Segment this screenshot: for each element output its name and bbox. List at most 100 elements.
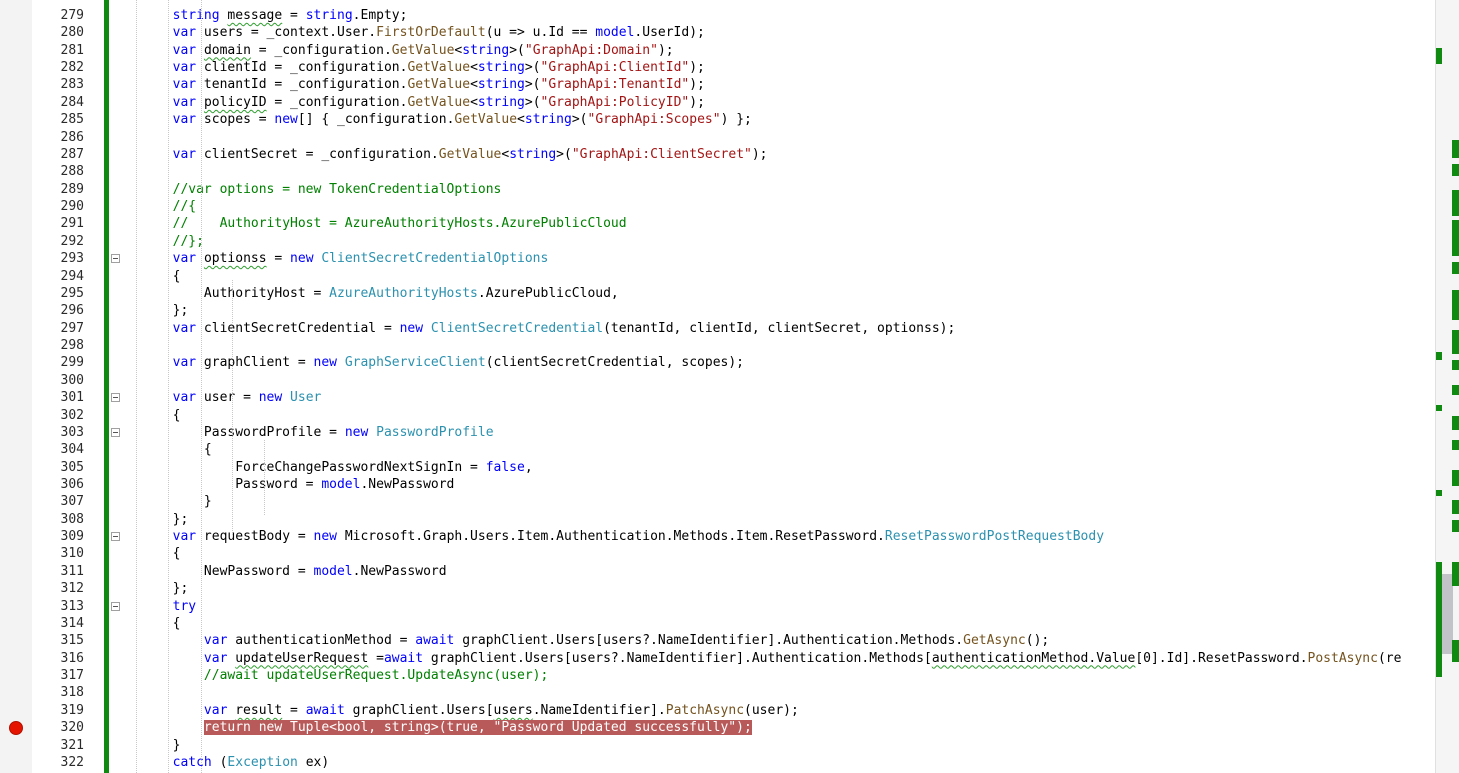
code-token: clientSecret = _configuration. (196, 146, 439, 162)
change-marker (1452, 385, 1459, 395)
code-line[interactable]: var clientSecretCredential = new ClientS… (110, 320, 1435, 337)
code-line[interactable]: }; (110, 302, 1435, 319)
code-token: = _configuration. (250, 42, 392, 58)
code-line[interactable]: var users = _context.User.FirstOrDefault… (110, 24, 1435, 41)
code-token: var (203, 650, 228, 666)
code-token: var (172, 60, 197, 76)
code-line[interactable]: { (110, 615, 1435, 632)
code-line[interactable]: //}; (110, 233, 1435, 250)
line-number: 314 (60, 615, 84, 631)
code-token: ); (689, 77, 705, 93)
code-token: GetValue (454, 112, 518, 128)
code-line[interactable] (110, 372, 1435, 389)
code-token: < (470, 94, 478, 110)
line-number: 286 (60, 129, 84, 145)
code-line[interactable]: }; (110, 580, 1435, 597)
code-line[interactable]: catch (Exception ex) (110, 754, 1435, 771)
code-token: >( (556, 146, 572, 162)
change-marker (1436, 352, 1442, 360)
code-line[interactable]: return new Tuple<bool, string>(true, "Pa… (110, 719, 1435, 736)
change-marker (1452, 220, 1459, 256)
code-token: GetValue (407, 60, 471, 76)
code-line[interactable]: { (110, 407, 1435, 424)
code-line[interactable]: var clientSecret = _configuration.GetVal… (110, 146, 1435, 163)
code-line[interactable]: { (110, 441, 1435, 458)
code-line[interactable]: string message = string.Empty; (110, 7, 1435, 24)
code-token: < (470, 77, 478, 93)
code-line[interactable]: { (110, 268, 1435, 285)
code-line[interactable]: //{ (110, 198, 1435, 215)
code-token: await (305, 702, 345, 718)
code-line[interactable]: }; (110, 511, 1435, 528)
code-token: catch (172, 754, 212, 770)
code-token: } (110, 737, 181, 753)
indent-guide (264, 440, 265, 515)
code-token: //await updateUserRequest.UpdateAsync(us… (203, 668, 549, 684)
code-token: .NewPassword (352, 563, 447, 579)
code-token: "GraphApi:ClientId" (540, 60, 690, 76)
line-number: 313 (60, 598, 84, 614)
code-token: [] { _configuration. (297, 112, 455, 128)
code-token: "GraphApi:PolicyID" (540, 94, 690, 110)
code-line[interactable]: var domain = _configuration.GetValue<str… (110, 42, 1435, 59)
code-line[interactable]: try (110, 598, 1435, 615)
code-token: new (258, 390, 283, 406)
code-token: GraphServiceClient (344, 355, 486, 371)
code-line[interactable]: } (110, 737, 1435, 754)
code-line[interactable]: //await updateUserRequest.UpdateAsync(us… (110, 667, 1435, 684)
code-line[interactable]: var clientId = _configuration.GetValue<s… (110, 59, 1435, 76)
code-line[interactable]: { (110, 545, 1435, 562)
breakpoint-icon[interactable] (9, 720, 23, 735)
line-number: 321 (60, 737, 84, 753)
change-marker (1452, 562, 1459, 586)
code-line[interactable]: var optionss = new ClientSecretCredentia… (110, 250, 1435, 267)
code-line[interactable]: var user = new User (110, 389, 1435, 406)
breakpoint-margin[interactable] (0, 0, 32, 773)
line-number: 288 (60, 164, 84, 180)
code-editor[interactable]: 279 280 281 282 283 284 285 286 287 288 289 290 291 2… (0, 0, 1459, 773)
code-line[interactable]: var tenantId = _configuration.GetValue<s… (110, 76, 1435, 93)
code-token: var (172, 320, 197, 336)
code-token: .NewPassword (360, 476, 455, 492)
code-text-area[interactable]: string message = string.Empty; var users… (110, 0, 1435, 773)
code-line[interactable]: Password = model.NewPassword (110, 476, 1435, 493)
line-number: 310 (60, 546, 84, 562)
code-line[interactable]: // AuthorityHost = AzureAuthorityHosts.A… (110, 215, 1435, 232)
code-line[interactable] (110, 337, 1435, 354)
code-line[interactable] (110, 684, 1435, 701)
code-line[interactable]: } (110, 493, 1435, 510)
code-line[interactable]: var updateUserRequest =await graphClient… (110, 650, 1435, 667)
code-token: user = (196, 390, 259, 406)
change-marker (1436, 405, 1442, 411)
code-token: "GraphApi:TenantId" (540, 77, 690, 93)
code-token: await (415, 633, 455, 649)
line-number: 300 (60, 372, 84, 388)
code-token: false (485, 459, 525, 475)
code-line[interactable] (110, 163, 1435, 180)
change-marker (1452, 360, 1459, 370)
code-line[interactable] (110, 129, 1435, 146)
line-number: 296 (60, 303, 84, 319)
code-token: string (477, 77, 525, 93)
code-token: graphClient.Users[ (344, 702, 494, 718)
code-line[interactable]: NewPassword = model.NewPassword (110, 563, 1435, 580)
code-line[interactable]: var policyID = _configuration.GetValue<s… (110, 94, 1435, 111)
code-token: (tenantId, clientId, clientSecret, optio… (603, 320, 956, 336)
code-line[interactable]: PasswordProfile = new PasswordProfile (110, 424, 1435, 441)
code-token: await (383, 650, 424, 666)
code-line[interactable]: ForceChangePasswordNextSignIn = false, (110, 459, 1435, 476)
code-line[interactable]: var requestBody = new Microsoft.Graph.Us… (110, 528, 1435, 545)
code-line[interactable]: var authenticationMethod = await graphCl… (110, 632, 1435, 649)
code-line[interactable]: //var options = new TokenCredentialOptio… (110, 181, 1435, 198)
code-line[interactable]: AuthorityHost = AzureAuthorityHosts.Azur… (110, 285, 1435, 302)
code-line[interactable]: var graphClient = new GraphServiceClient… (110, 354, 1435, 371)
code-token: clientId = _configuration. (196, 60, 408, 76)
code-line[interactable]: var result = await graphClient.Users[use… (110, 702, 1435, 719)
code-line[interactable]: var scopes = new[] { _configuration.GetV… (110, 111, 1435, 128)
code-token: GetValue (438, 146, 502, 162)
